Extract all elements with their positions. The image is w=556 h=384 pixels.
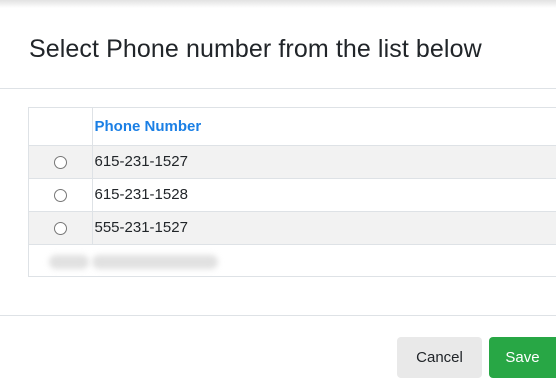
phone-number-cell: 615-231-1528 (92, 178, 556, 212)
row-radio-cell[interactable] (29, 145, 93, 179)
phone-number-column-header[interactable]: Phone Number (92, 108, 556, 146)
table-row[interactable]: 615-231-1527 (29, 145, 556, 179)
redacted-blur (92, 254, 218, 269)
phone-table-container: Phone Number 615-231-1527 615-231-1528 5… (28, 107, 556, 277)
modal-header: Select Phone number from the list below (0, 8, 556, 89)
table-row-redacted (29, 244, 556, 278)
row-radio-cell[interactable] (29, 178, 93, 212)
phone-radio-button[interactable] (53, 155, 67, 169)
phone-number-cell: 555-231-1527 (92, 211, 556, 245)
select-column-header (29, 108, 93, 146)
table-row[interactable]: 615-231-1528 (29, 178, 556, 212)
phone-number-header-label[interactable]: Phone Number (95, 118, 202, 135)
redacted-blur (48, 254, 89, 269)
cancel-button[interactable]: Cancel (397, 337, 482, 378)
row-radio-cell[interactable] (29, 211, 93, 245)
modal-top-shadow (0, 0, 556, 8)
save-button[interactable]: Save (489, 337, 556, 378)
modal-title: Select Phone number from the list below (29, 35, 482, 63)
table-row[interactable]: 555-231-1527 (29, 211, 556, 245)
redacted-radio-cell (29, 244, 92, 278)
phone-table: Phone Number 615-231-1527 615-231-1528 5… (29, 108, 556, 278)
phone-number-cell: 615-231-1527 (92, 145, 556, 179)
redacted-phone-cell (92, 244, 556, 278)
table-header-row: Phone Number (29, 108, 556, 146)
phone-radio-button[interactable] (53, 221, 67, 235)
phone-select-modal: Select Phone number from the list below … (0, 0, 556, 384)
modal-footer: Cancel Save (0, 315, 556, 384)
phone-radio-button[interactable] (53, 188, 67, 202)
